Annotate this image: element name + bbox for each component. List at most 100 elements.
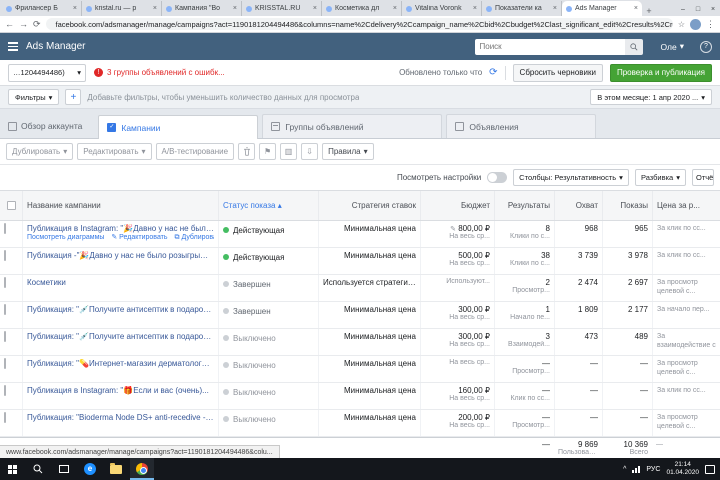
new-tab-button[interactable]: + (642, 6, 656, 16)
tab-close-icon[interactable]: × (313, 5, 317, 12)
review-publish-button[interactable]: Проверка и публикация (609, 63, 712, 82)
duplicate-link[interactable]: ⧉ Дублировать (175, 234, 215, 241)
close-icon[interactable]: × (706, 2, 720, 16)
tab-close-icon[interactable]: × (553, 5, 557, 12)
campaign-name-link[interactable]: Публикация: "💉Получите антисептик в пода… (27, 332, 214, 341)
rules-button[interactable]: Правила ▾ (322, 143, 374, 160)
tab-ads[interactable]: Объявления (446, 114, 597, 138)
columns-button[interactable]: Столбцы: Результативность ▾ (513, 169, 629, 186)
col-header-impressions[interactable]: Показы (602, 191, 652, 220)
tab-close-icon[interactable]: × (233, 5, 237, 12)
task-view-button[interactable] (52, 458, 76, 480)
bookmark-star-icon[interactable]: ☆ (678, 20, 685, 29)
browser-tab[interactable]: Ads Manager × (562, 1, 642, 16)
network-icon[interactable] (632, 465, 641, 473)
campaign-name-link[interactable]: Публикация: "Bioderma Node DS+ anti-rece… (27, 413, 214, 422)
refresh-icon[interactable]: ⟳ (33, 19, 41, 29)
campaign-name-link[interactable]: Публикация в Instagram: "🎁Если и вас (оч… (27, 386, 214, 395)
breakdown-button[interactable]: Разбивка ▾ (634, 169, 686, 186)
edit-link[interactable]: ✎ Редактировать (111, 234, 167, 241)
add-filter-button[interactable]: + (65, 89, 82, 105)
search-input[interactable] (479, 42, 620, 51)
notification-center-icon[interactable] (705, 464, 715, 474)
row-checkbox[interactable] (4, 412, 6, 423)
url-field[interactable]: facebook.com/adsmanager/manage/campaigns… (45, 18, 673, 30)
row-checkbox[interactable] (4, 385, 6, 396)
col-header-results[interactable]: Результаты (494, 191, 554, 220)
menu-icon[interactable] (8, 42, 18, 51)
tray-chevron-icon[interactable]: ^ (623, 466, 626, 473)
tab-campaigns[interactable]: ✓ Кампании (98, 115, 259, 139)
select-all-checkbox[interactable] (6, 201, 16, 210)
col-header-delivery[interactable]: Статус показа ▴ (218, 191, 318, 220)
error-notice[interactable]: ! 3 группы объявлений с ошибк... (94, 68, 225, 77)
browser-tab[interactable]: Косметика дл × (322, 1, 402, 16)
date-range-button[interactable]: В этом месяце: 1 апр 2020 ... ▾ (590, 89, 712, 105)
forward-icon[interactable]: → (19, 19, 28, 29)
browser-profile-avatar[interactable] (690, 18, 701, 30)
language-indicator[interactable]: РУС (646, 466, 660, 473)
row-checkbox[interactable] (4, 250, 6, 261)
row-checkbox[interactable] (4, 277, 6, 288)
browser-tab[interactable]: Кампания "Во × (162, 1, 242, 16)
browser-tab[interactable]: Показатели ка × (482, 1, 562, 16)
chart-button[interactable]: ▥ (280, 143, 298, 160)
campaign-name-link[interactable]: Публикация: "💊Интернет-магазин дерматоло… (27, 359, 214, 368)
col-header-budget[interactable]: Бюджет (420, 191, 494, 220)
col-header-reach[interactable]: Охват (554, 191, 602, 220)
tab-close-icon[interactable]: × (393, 5, 397, 12)
duplicate-button[interactable]: Дублировать ▾ (6, 143, 74, 160)
maximize-icon[interactable]: □ (691, 2, 705, 16)
account-selector[interactable]: …1204494486) ▾ (8, 63, 86, 82)
edit-button[interactable]: Редактировать ▾ (77, 143, 152, 160)
search-button[interactable] (624, 38, 643, 55)
reports-button[interactable]: Отчёты (692, 169, 714, 186)
browser-tab[interactable]: kristal.ru — р × (82, 1, 162, 16)
campaign-name-link[interactable]: Косметики (27, 278, 214, 287)
taskbar-explorer-button[interactable] (104, 458, 128, 480)
col-header-campaign-name[interactable]: Название кампании (22, 191, 218, 220)
col-header-bid-strategy[interactable]: Стратегия ставок (318, 191, 420, 220)
view-charts-link[interactable]: Посмотреть диаграммы (27, 234, 104, 241)
tab-account-overview[interactable]: Обзор аккаунта (8, 121, 82, 131)
taskbar-chrome-button[interactable] (130, 458, 154, 480)
campaign-name-link[interactable]: Публикация: "💉Получите антисептик в пода… (27, 305, 214, 314)
campaign-name-link[interactable]: Публикация в Instagram: "🎉Давно у нас не… (27, 224, 214, 233)
browser-menu-icon[interactable]: ⋮ (706, 19, 715, 29)
row-checkbox[interactable] (4, 304, 6, 315)
campaign-name-link[interactable]: Публикация -"🎉Давно у нас не было розыгр… (27, 251, 214, 260)
browser-tab[interactable]: Vitalina Voronk × (402, 1, 482, 16)
row-checkbox[interactable] (4, 358, 6, 369)
task-view-icon (59, 465, 69, 473)
col-header-cost[interactable]: Цена за р... (652, 191, 720, 220)
start-button[interactable] (0, 458, 24, 480)
export-button[interactable]: ⇩ (301, 143, 319, 160)
results-value: 8 (545, 224, 550, 233)
discard-drafts-button[interactable]: Сбросить черновики (512, 63, 603, 82)
tab-close-icon[interactable]: × (473, 5, 477, 12)
row-checkbox[interactable] (4, 331, 6, 342)
user-menu[interactable]: Оле ▾ (661, 41, 684, 52)
back-icon[interactable]: ← (5, 19, 14, 29)
view-settings-toggle[interactable] (487, 172, 508, 183)
clock[interactable]: 21:14 01.04.2020 (666, 461, 699, 477)
refresh-data-icon[interactable]: ⟳ (489, 67, 497, 78)
delete-button[interactable] (238, 143, 256, 160)
browser-tab[interactable]: KRISSTAL.RU × (242, 1, 322, 16)
row-checkbox[interactable] (4, 223, 6, 234)
minimize-icon[interactable]: – (676, 2, 690, 16)
ab-test-button[interactable]: A/B-тестирование (155, 143, 235, 160)
taskbar-search-button[interactable] (26, 458, 50, 480)
delivery-status-cell: Выключено (218, 329, 318, 355)
results-value: — (542, 413, 550, 422)
tag-button[interactable]: ⚑ (259, 143, 277, 160)
taskbar-edge-button[interactable]: e (78, 458, 102, 480)
tab-adsets[interactable]: Группы объявлений (262, 114, 443, 138)
edit-budget-icon[interactable]: ✎ (450, 226, 456, 233)
tab-close-icon[interactable]: × (73, 5, 77, 12)
browser-tab[interactable]: Фрилансер Б × (2, 1, 82, 16)
help-icon[interactable]: ? (700, 40, 712, 53)
filters-button[interactable]: Фильтры ▾ (8, 89, 60, 105)
tab-close-icon[interactable]: × (634, 5, 638, 12)
tab-close-icon[interactable]: × (153, 5, 157, 12)
